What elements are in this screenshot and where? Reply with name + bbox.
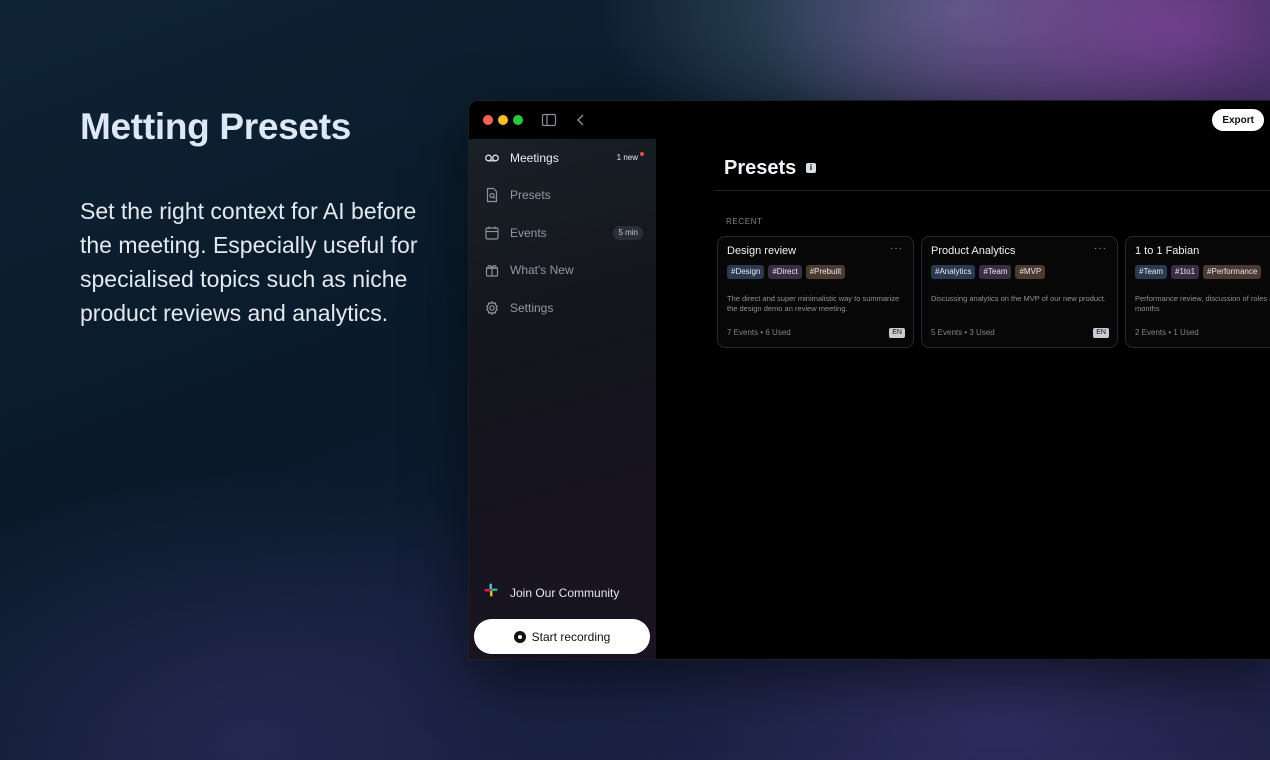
- preset-card-description: The direct and super minimalistic way to…: [727, 294, 900, 313]
- hero-description: Set the right context for AI before the …: [80, 198, 418, 326]
- gift-icon: [484, 262, 500, 278]
- preset-card-title: 1 to 1 Fabian: [1135, 245, 1200, 257]
- main-content: Presets i RECENT Design review ··· #Desi…: [656, 139, 1270, 659]
- sidebar-item-label: Presets: [510, 188, 551, 202]
- sidebar-toggle-icon[interactable]: [541, 112, 557, 128]
- app-window: Export Meetings 1 new Presets Events 5 m…: [468, 100, 1270, 660]
- tag-chip[interactable]: #MVP: [1015, 265, 1046, 279]
- preset-card-title: Product Analytics: [931, 245, 1016, 257]
- tag-chip[interactable]: #Team: [979, 265, 1012, 279]
- tag-chip[interactable]: #Prebuilt: [805, 265, 846, 279]
- preset-card[interactable]: 1 to 1 Fabian #Team #1to1 #Performance P…: [1125, 236, 1270, 348]
- tag-chip[interactable]: #Team: [1135, 265, 1168, 279]
- tag-chip[interactable]: #Design: [727, 265, 765, 279]
- record-icon: [513, 630, 526, 643]
- preset-card-meta: 2 Events • 1 Used: [1135, 328, 1199, 337]
- preset-tags: #Team #1to1 #Performance: [1135, 265, 1262, 279]
- page-title: Presets: [724, 157, 797, 179]
- sidebar-item-meetings[interactable]: Meetings 1 new: [469, 143, 656, 173]
- preset-card-description: Discussing analytics on the MVP of our n…: [931, 294, 1106, 303]
- join-community-label: Join Our Community: [510, 585, 620, 600]
- preset-card-meta: 5 Events • 3 Used: [931, 328, 995, 337]
- preset-tags: #Analytics #Team #MVP: [931, 265, 1046, 279]
- sidebar: Meetings 1 new Presets Events 5 min What…: [469, 139, 656, 659]
- gear-icon: [484, 300, 500, 316]
- preset-tags: #Design #Direct #Prebuilt: [727, 265, 846, 279]
- more-options-icon[interactable]: ···: [1094, 243, 1107, 254]
- join-community-link[interactable]: Join Our Community: [484, 583, 619, 602]
- tag-chip[interactable]: #Direct: [768, 265, 802, 279]
- export-button[interactable]: Export: [1212, 109, 1264, 131]
- header-divider: [714, 190, 1270, 191]
- tag-chip[interactable]: #Performance: [1203, 265, 1262, 279]
- time-badge: 5 min: [613, 226, 643, 240]
- calendar-icon: [484, 225, 500, 241]
- slack-icon: [484, 583, 498, 602]
- tag-chip[interactable]: #1to1: [1171, 265, 1200, 279]
- sidebar-item-settings[interactable]: Settings: [469, 293, 656, 323]
- document-search-icon: [484, 187, 500, 203]
- hero-section: Metting Presets Set the right context fo…: [80, 106, 420, 330]
- language-badge: EN: [1093, 328, 1109, 338]
- hero-title: Metting Presets: [80, 106, 352, 147]
- preset-card-meta: 7 Events • 6 Used: [727, 328, 791, 337]
- start-recording-label: Start recording: [531, 629, 611, 644]
- preset-card-description: Performance review, discussion of roles …: [1135, 294, 1270, 313]
- close-window-button[interactable]: [483, 115, 493, 125]
- info-icon[interactable]: i: [806, 163, 816, 173]
- language-badge: EN: [889, 328, 905, 338]
- start-recording-button[interactable]: Start recording: [474, 619, 650, 654]
- sidebar-item-events[interactable]: Events 5 min: [469, 218, 656, 248]
- more-options-icon[interactable]: ···: [890, 243, 903, 254]
- voicemail-icon: [484, 150, 500, 166]
- sidebar-item-label: Settings: [510, 301, 554, 315]
- sidebar-item-label: What's New: [510, 263, 574, 277]
- sidebar-item-whats-new[interactable]: What's New: [469, 255, 656, 285]
- minimize-window-button[interactable]: [498, 115, 508, 125]
- preset-card[interactable]: Product Analytics ··· #Analytics #Team #…: [921, 236, 1118, 348]
- preset-card-title: Design review: [727, 245, 797, 257]
- sidebar-item-presets[interactable]: Presets: [469, 180, 656, 210]
- title-bar: Export: [469, 101, 1270, 139]
- sidebar-item-label: Meetings: [510, 151, 559, 165]
- section-label-recent: RECENT: [726, 217, 763, 226]
- new-badge: 1 new: [612, 151, 645, 165]
- preset-card[interactable]: Design review ··· #Design #Direct #Prebu…: [717, 236, 914, 348]
- tag-chip[interactable]: #Analytics: [931, 265, 976, 279]
- back-chevron-icon[interactable]: [573, 112, 589, 128]
- maximize-window-button[interactable]: [513, 115, 523, 125]
- sidebar-item-label: Events: [510, 226, 547, 240]
